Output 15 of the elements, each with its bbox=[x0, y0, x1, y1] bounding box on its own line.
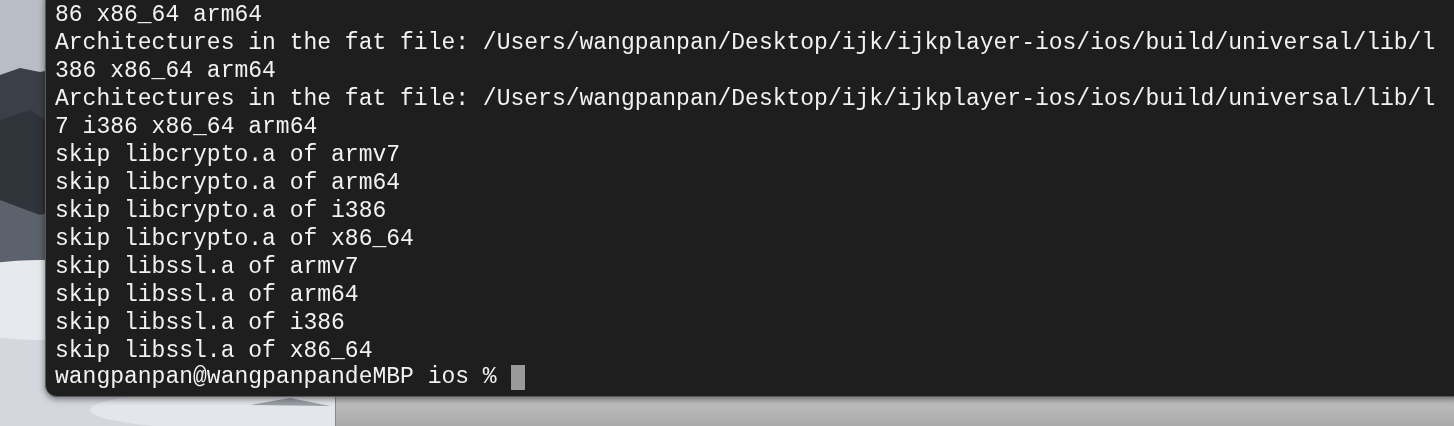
terminal-prompt: wangpanpan@wangpanpandeMBP ios % bbox=[55, 363, 497, 391]
terminal-line: skip libcrypto.a of armv7 bbox=[55, 141, 402, 169]
terminal-line: skip libcrypto.a of i386 bbox=[55, 197, 388, 225]
terminal-line: skip libcrypto.a of x86_64 bbox=[55, 225, 415, 253]
terminal-line: skip libssl.a of armv7 bbox=[55, 253, 360, 281]
cursor-icon bbox=[510, 364, 525, 390]
terminal-line: 386 x86_64 arm64 bbox=[55, 57, 277, 85]
terminal-line: 86 x86_64 arm64 bbox=[55, 1, 264, 29]
terminal-line: skip libcrypto.a of arm64 bbox=[55, 169, 402, 197]
terminal-line: skip libssl.a of i386 bbox=[55, 309, 346, 337]
terminal-line: 7 i386 x86_64 arm64 bbox=[55, 113, 319, 141]
terminal-line: skip libssl.a of arm64 bbox=[55, 281, 360, 309]
terminal-line: skip libssl.a of x86_64 bbox=[55, 337, 374, 365]
terminal-line: Architectures in the fat file: /Users/wangpanpan/Desktop/ijk/ijkplayer-ios/ios/build/universal/lib/l bbox=[55, 29, 1437, 57]
terminal-line: Architectures in the fat file: /Users/wangpanpan/Desktop/ijk/ijkplayer-ios/ios/build/universal/lib/l bbox=[55, 85, 1437, 113]
